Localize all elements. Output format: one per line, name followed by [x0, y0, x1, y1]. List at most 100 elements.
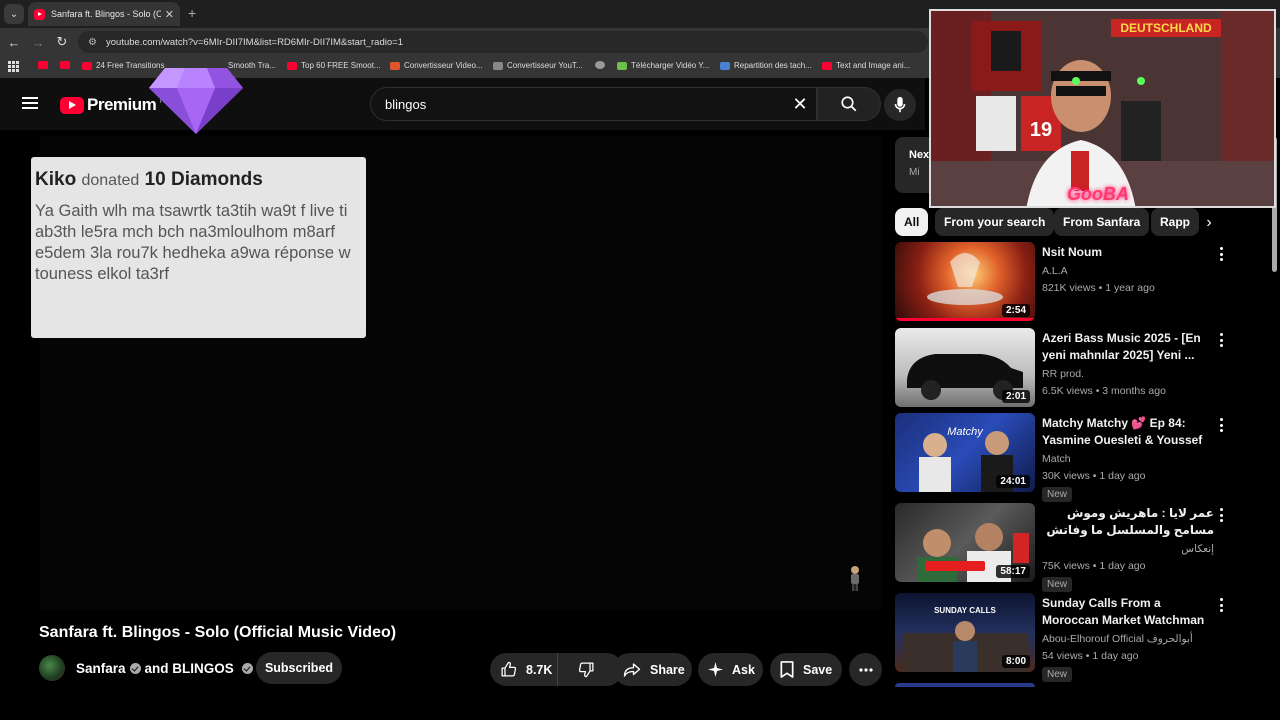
bookmark-item[interactable]: Top 60 FREE Smoot... [287, 61, 381, 70]
brand-label: Premium [87, 95, 157, 114]
more-vertical-icon[interactable] [1220, 508, 1224, 522]
search-value: blingos [385, 96, 427, 112]
new-badge: New [1042, 487, 1073, 502]
video-duration: 2:01 [1001, 390, 1030, 403]
tab-title: Sanfara ft. Blingos - Solo (Offici [51, 9, 161, 19]
ask-label: Ask [732, 662, 755, 677]
bookmark-item[interactable] [595, 61, 609, 69]
bookmark-item[interactable]: Repartition des tach... [720, 61, 812, 70]
video-thumbnail[interactable]: 2:54 [895, 242, 1035, 321]
video-title[interactable]: Nsit Noum [1042, 244, 1214, 261]
search-input[interactable]: blingos [370, 87, 817, 121]
recommendation-item[interactable]: SUNDAY CALLS 8:00 Sunday Calls From a Mo… [895, 593, 1235, 682]
video-title[interactable]: Sunday Calls From a Moroccan Market Watc… [1042, 595, 1214, 629]
menu-icon[interactable] [22, 97, 38, 109]
search-button[interactable] [817, 87, 881, 121]
subscribe-button[interactable]: Subscribed [256, 652, 342, 684]
chip-from-sanfara[interactable]: From Sanfara [1054, 208, 1150, 236]
channel-name[interactable]: Sanfara [76, 661, 126, 676]
video-meta: 6.5K views • 3 months ago [1042, 385, 1166, 397]
bookmark-item[interactable]: Text and Image ani... [822, 61, 910, 70]
recommendation-item[interactable]: 58:17 عمر لايا : ماهريش وموش مسامح والمس… [895, 503, 1235, 592]
recommendation-item[interactable]: 2:01 Azeri Bass Music 2025 - [En yeni ma… [895, 328, 1235, 408]
dislike-button[interactable] [558, 661, 614, 678]
collab-channel-name[interactable]: and BLINGOS [145, 661, 234, 676]
more-vertical-icon[interactable] [1220, 418, 1224, 432]
share-button[interactable]: Share [613, 653, 692, 686]
donation-header: Kiko donated 10 Diamonds [35, 169, 362, 191]
new-tab-icon[interactable]: + [188, 5, 196, 21]
chip-rapp[interactable]: Rapp [1151, 208, 1199, 236]
converter-icon [390, 61, 400, 70]
video-title[interactable]: عمر لايا : ماهريش وموش مسامح والمسلسل ما… [1042, 505, 1214, 539]
channel-name[interactable]: RR prod. [1042, 368, 1214, 380]
video-thumbnail[interactable]: SUNDAY CALLS 8:00 [895, 593, 1035, 672]
youtube-header: Premium TN blingos ✕ [0, 78, 925, 130]
video-duration: 24:01 [996, 475, 1030, 488]
video-thumbnail[interactable]: 58:17 [895, 503, 1035, 582]
more-actions-button[interactable] [849, 653, 882, 686]
youtube-icon [38, 61, 48, 69]
like-count: 8.7K [526, 662, 553, 677]
more-vertical-icon[interactable] [1220, 598, 1224, 612]
voice-search-button[interactable] [884, 89, 916, 121]
filter-chips: All From your search From Sanfara Rapp [895, 208, 1225, 236]
bookmark-item[interactable]: Télécharger Vidéo Y... [617, 61, 709, 70]
apps-grid-icon[interactable] [8, 61, 19, 72]
bookmark-youtube-2[interactable] [60, 61, 74, 69]
banner-text: DEUTSCHLAND [1120, 21, 1212, 35]
browser-tab[interactable]: Sanfara ft. Blingos - Solo (Offici ✕ [28, 2, 180, 26]
back-icon[interactable]: ← [6, 34, 22, 50]
chip-all[interactable]: All [895, 208, 929, 236]
more-vertical-icon[interactable] [1220, 333, 1224, 347]
search-icon [841, 96, 857, 112]
ask-button[interactable]: Ask [698, 653, 763, 686]
download-icon [617, 61, 627, 70]
site-info-icon[interactable]: ⚙ [88, 37, 100, 48]
chip-from-your-search[interactable]: From your search [935, 208, 1055, 236]
video-duration: 8:00 [1001, 655, 1030, 668]
verified-icon [241, 662, 253, 674]
video-thumbnail[interactable]: Matchy 24:01 [895, 413, 1035, 492]
tab-search-button[interactable]: ⌄ [4, 4, 24, 24]
svg-text:SUNDAY CALLS: SUNDAY CALLS [934, 606, 996, 615]
video-title[interactable]: Azeri Bass Music 2025 - [En yeni mahnıla… [1042, 330, 1214, 364]
channel-avatar[interactable] [39, 655, 65, 681]
recommendation-item[interactable]: 2:54 Nsit Noum A.L.A 821K views • 1 year… [895, 242, 1235, 322]
microphone-icon [894, 96, 906, 113]
streamer-webcam: DEUTSCHLAND 19 [929, 9, 1276, 208]
bookmark-item[interactable]: Convertisseur YouT... [493, 61, 583, 70]
video-title[interactable]: Matchy Matchy 💕 Ep 84: Yasmine Ouesleti … [1042, 415, 1214, 449]
converter-icon [493, 61, 503, 70]
forward-icon[interactable]: → [30, 34, 46, 50]
bookmark-item[interactable]: Convertisseur Video... [390, 61, 483, 70]
video-meta: 30K views • 1 day ago [1042, 470, 1146, 482]
channel-name[interactable]: A.L.A [1042, 265, 1214, 277]
like-button[interactable]: 8.7K [490, 653, 558, 686]
save-button[interactable]: Save [770, 653, 842, 686]
url-text: youtube.com/watch?v=6MIr-DII7IM&list=RD6… [106, 36, 403, 48]
bookmark-icon [780, 661, 794, 678]
channel-name[interactable]: إنعكاس [1042, 543, 1214, 555]
reload-icon[interactable]: ↻ [54, 34, 70, 50]
clear-search-icon[interactable]: ✕ [790, 94, 810, 114]
channel-names[interactable]: Sanfara and BLINGOS [76, 661, 257, 676]
donor-name: Kiko [35, 169, 77, 190]
bookmark-youtube-1[interactable] [38, 61, 52, 69]
donation-verb: donated [81, 172, 140, 189]
url-field[interactable]: ⚙ youtube.com/watch?v=6MIr-DII7IM&list=R… [78, 31, 928, 53]
verified-icon [129, 662, 141, 674]
channel-name[interactable]: Abou-Elhorouf Official أبوالحروف [1042, 633, 1214, 645]
recommendation-item[interactable]: Matchy 24:01 Matchy Matchy 💕 Ep 84: Yasm… [895, 413, 1235, 502]
person-figure-icon [851, 566, 859, 591]
video-owner: Sanfara and BLINGOS [39, 654, 257, 682]
donation-amount: 10 Diamonds [144, 169, 263, 190]
more-vertical-icon[interactable] [1220, 247, 1224, 261]
channel-name[interactable]: Match [1042, 453, 1214, 465]
video-duration: 2:54 [1001, 304, 1030, 317]
video-thumbnail[interactable]: 2:01 [895, 328, 1035, 407]
youtube-icon [82, 61, 92, 70]
youtube-icon [822, 61, 832, 70]
chevron-right-icon[interactable]: › [1200, 214, 1218, 232]
close-tab-icon[interactable]: ✕ [165, 8, 174, 21]
